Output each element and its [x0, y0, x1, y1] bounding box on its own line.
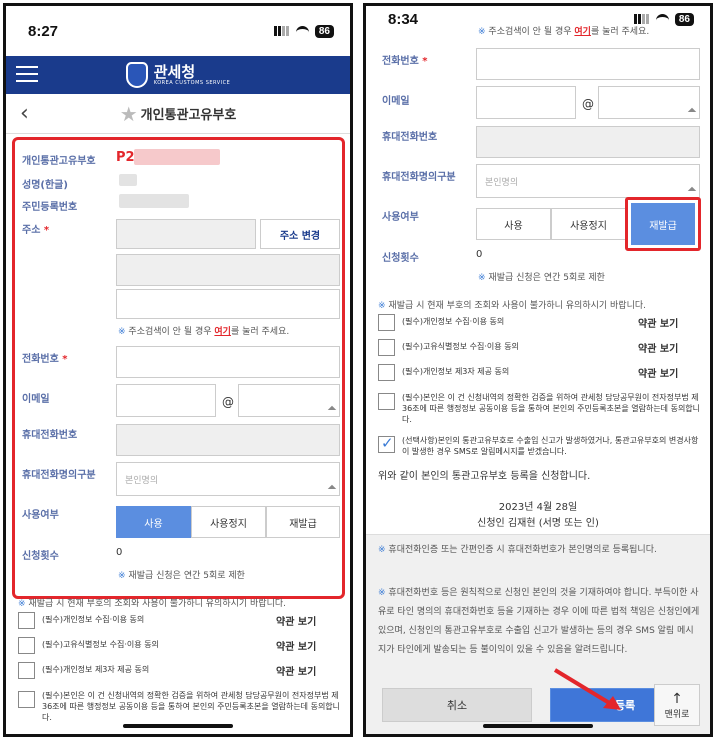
status-bar: 8:34 86 [366, 6, 710, 32]
wifi-icon [655, 14, 669, 24]
page-header: ‹ ★ 개인통관고유부호 [6, 94, 350, 134]
declaration-text: 위와 같이 본인의 통관고유부호 등록을 신청합니다. [378, 471, 591, 482]
phone-field[interactable] [476, 48, 700, 80]
owner-placeholder: 본인명의 [485, 178, 519, 188]
terms-link-2[interactable]: 약관 보기 [638, 340, 678, 355]
mobile-field [476, 126, 700, 158]
status-time: 8:27 [28, 22, 59, 40]
status-bar: 8:27 86 [6, 6, 350, 56]
home-indicator [483, 724, 593, 728]
usage-use-button[interactable]: 사용 [476, 208, 551, 240]
info-note-1: ※ 휴대전화인증 또는 간편인증 시 휴대전화번호가 본인명의로 등록됩니다. [378, 545, 657, 555]
usage-label: 사용여부 [382, 212, 419, 223]
back-icon[interactable]: ‹ [20, 101, 29, 126]
count-label: 신청횟수 [382, 253, 419, 264]
applicant-signature: 신청인 김재현 (서명 또는 인) [477, 518, 599, 529]
consent-text-4: (필수)본인은 이 건 신청내역의 정확한 검증을 위하여 관세청 담당공무원이… [42, 691, 341, 722]
emblem-icon [125, 62, 148, 88]
cancel-button[interactable]: 취소 [382, 688, 532, 722]
consent-checkbox-3[interactable] [378, 364, 395, 381]
consent-checkbox-1[interactable] [378, 314, 395, 331]
brand-en: KOREA CUSTOMS SERVICE [153, 80, 231, 86]
signal-icon [633, 14, 650, 24]
customs-logo[interactable]: 관세청 KOREA CUSTOMS SERVICE [125, 62, 231, 88]
consent-checkbox-2[interactable] [18, 637, 35, 654]
consent-checkbox-3[interactable] [18, 662, 35, 679]
phone-label: 전화번호 * [382, 56, 428, 67]
terms-link-1[interactable]: 약관 보기 [276, 613, 316, 628]
terms-link-1[interactable]: 약관 보기 [638, 315, 678, 330]
mobile-label: 휴대전화번호 [382, 132, 438, 143]
consent-checkbox-1[interactable] [18, 612, 35, 629]
email-domain-select[interactable] [598, 86, 700, 119]
scroll-top-button[interactable]: ↑ 맨위로 [654, 684, 700, 726]
consent-text-1: (필수)개인정보 수집·이용 동의 [42, 615, 145, 624]
consent-checkbox-2[interactable] [378, 339, 395, 356]
email-at: @ [582, 97, 594, 111]
count-value: 0 [476, 249, 483, 260]
application-date: 2023년 4월 28일 [498, 502, 578, 513]
star-icon[interactable]: ★ [120, 102, 138, 126]
battery-icon: 86 [674, 12, 694, 26]
terms-link-3[interactable]: 약관 보기 [276, 663, 316, 678]
signal-icon [273, 26, 290, 36]
info-note-2: ※ 휴대전화번호 등은 원칙적으로 신청인 본인의 것을 기재하여야 합니다. … [378, 588, 700, 655]
consent-text-4: (필수)본인은 이 건 신청내역의 정확한 검증을 위하여 관세청 담당공무원이… [402, 393, 701, 424]
highlight-box [625, 197, 701, 251]
arrow-up-icon: ↑ [671, 690, 683, 707]
status-time: 8:34 [388, 10, 419, 28]
chevron-down-icon [687, 107, 697, 117]
consent-text-2: (필수)고유식별정보 수집·이용 동의 [402, 342, 519, 351]
consent-text-1: (필수)개인정보 수집·이용 동의 [402, 317, 505, 326]
wifi-icon [295, 26, 309, 36]
chevron-down-icon [687, 186, 697, 196]
terms-link-3[interactable]: 약관 보기 [638, 365, 678, 380]
annotation-arrow-icon [553, 668, 621, 710]
app-header: 관세청 KOREA CUSTOMS SERVICE [6, 56, 350, 94]
reissue-warning: ※ 재발급 시 현재 부호의 조회와 사용이 불가하니 유의하시기 바랍니다. [378, 301, 647, 311]
reissue-warning: ※ 재발급 시 현재 부호의 조회와 사용이 불가하니 유의하시기 바랍니다. [18, 599, 287, 609]
email-label: 이메일 [382, 96, 410, 107]
count-note: ※ 재발급 신청은 연간 5회로 제한 [478, 273, 605, 283]
consent-checkbox-4[interactable] [18, 691, 35, 708]
highlight-box [12, 137, 345, 599]
left-screenshot: 8:27 86 관세청 KOREA CUSTOMS SERVICE ‹ ★ 개인통… [3, 3, 353, 737]
consent-text-2: (필수)고유식별정보 수집·이용 동의 [42, 640, 159, 649]
brand-ko: 관세청 [153, 63, 196, 81]
owner-label: 휴대전화명의구분 [382, 172, 456, 183]
email-local-field[interactable] [476, 86, 576, 119]
owner-select[interactable]: 본인명의 [476, 164, 700, 198]
right-screenshot: 8:34 86 ※ 주소검색이 안 될 경우 여기를 눌러 주세요. 전화번호 … [363, 3, 713, 737]
usage-suspend-button[interactable]: 사용정지 [551, 208, 626, 240]
consent-text-5: (선택사항)본인의 통관고유부호로 수출입 신고가 발생하였거나, 통관고유부호… [402, 436, 699, 456]
page-title: 개인통관고유부호 [140, 108, 237, 123]
battery-icon: 86 [314, 24, 334, 38]
consent-checkbox-5[interactable] [378, 434, 395, 453]
consent-text-3: (필수)개인정보 제3자 제공 동의 [402, 367, 510, 376]
consent-text-3: (필수)개인정보 제3자 제공 동의 [42, 665, 150, 674]
home-indicator [123, 724, 233, 728]
consent-checkbox-4[interactable] [378, 393, 395, 410]
menu-icon[interactable] [16, 66, 38, 82]
terms-link-2[interactable]: 약관 보기 [276, 638, 316, 653]
